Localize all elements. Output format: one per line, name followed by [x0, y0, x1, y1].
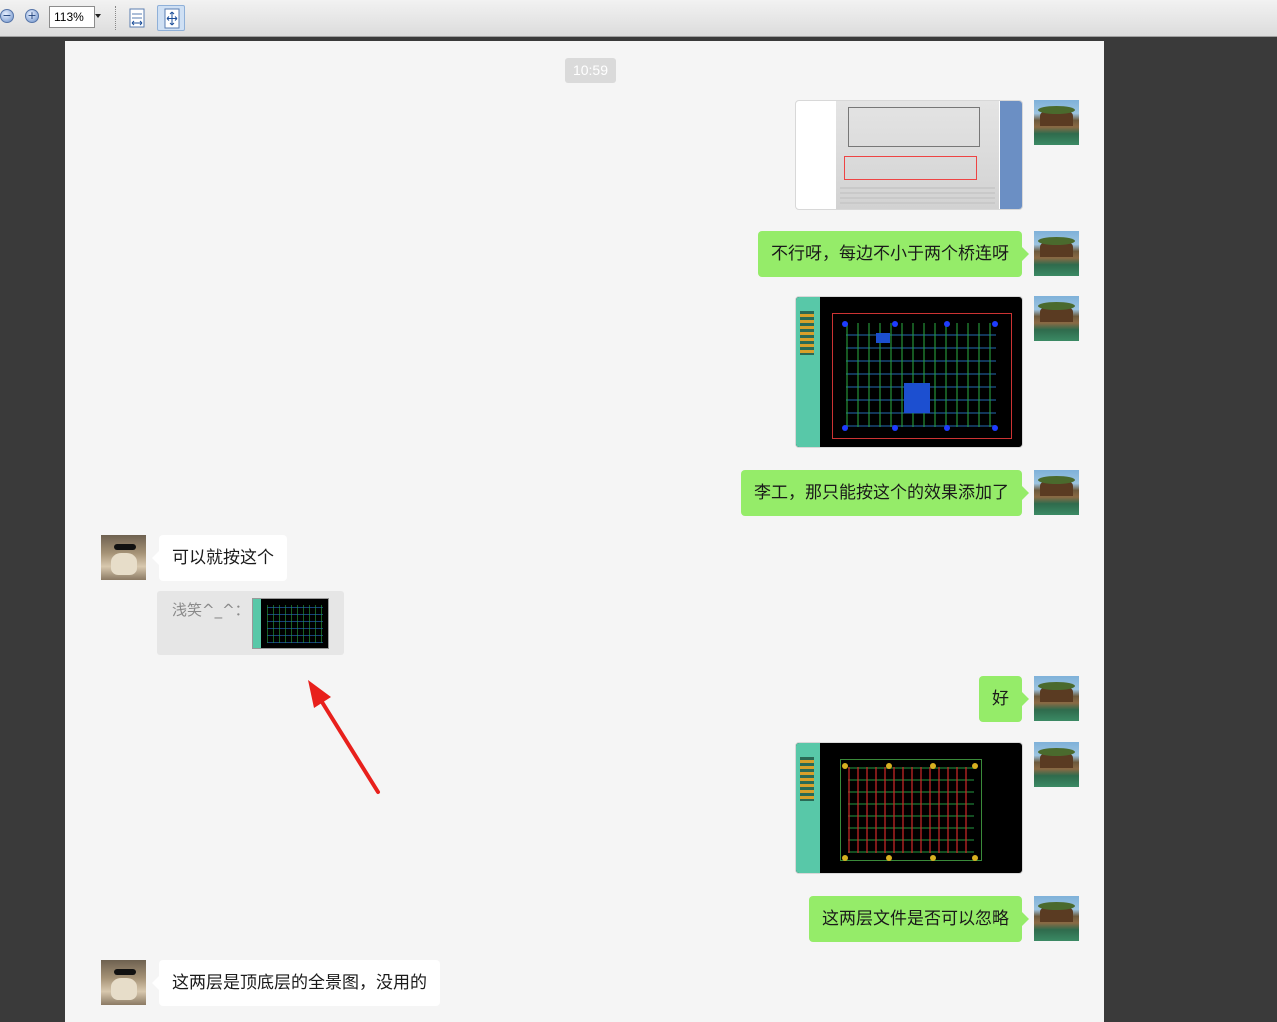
- viewer-toolbar: − + 113%: [0, 0, 1277, 37]
- message-image-pcb-layout[interactable]: [795, 742, 1023, 874]
- message-bubble-sent[interactable]: 好: [979, 676, 1029, 722]
- document-page: 10:59 不行呀，每边不小于两个桥连呀 李工，那只能按这个的效果添加了 可以就…: [65, 41, 1104, 1022]
- my-avatar[interactable]: [1034, 470, 1079, 515]
- contact-avatar[interactable]: [101, 960, 146, 1005]
- my-avatar[interactable]: [1034, 742, 1079, 787]
- message-bubble-sent[interactable]: 李工，那只能按这个的效果添加了: [741, 470, 1029, 516]
- quoted-image-thumbnail[interactable]: [252, 598, 329, 649]
- zoom-dropdown-icon[interactable]: [95, 14, 101, 18]
- chat-timestamp: 10:59: [565, 58, 616, 83]
- my-avatar[interactable]: [1034, 676, 1079, 721]
- message-bubble-sent[interactable]: 不行呀，每边不小于两个桥连呀: [758, 231, 1029, 277]
- message-bubble-received[interactable]: 可以就按这个: [152, 535, 287, 581]
- zoom-out-icon[interactable]: −: [0, 9, 14, 23]
- message-bubble-received[interactable]: 这两层是顶底层的全景图，没用的: [152, 960, 440, 1006]
- fit-width-icon[interactable]: [123, 5, 151, 31]
- quoted-sender-label: 浅笑^_^：: [172, 601, 250, 619]
- my-avatar[interactable]: [1034, 231, 1079, 276]
- message-bubble-sent[interactable]: 这两层文件是否可以忽略: [809, 896, 1029, 942]
- zoom-in-icon[interactable]: +: [25, 9, 39, 23]
- quoted-message[interactable]: 浅笑^_^：: [157, 591, 344, 655]
- toolbar-divider: [115, 6, 116, 30]
- message-image-pcb-layout[interactable]: [795, 296, 1023, 448]
- message-image-document-photo[interactable]: [795, 100, 1023, 210]
- contact-avatar[interactable]: [101, 535, 146, 580]
- my-avatar[interactable]: [1034, 100, 1079, 145]
- my-avatar[interactable]: [1034, 296, 1079, 341]
- my-avatar[interactable]: [1034, 896, 1079, 941]
- zoom-level-input[interactable]: 113%: [49, 6, 95, 28]
- fit-page-icon[interactable]: [157, 5, 185, 31]
